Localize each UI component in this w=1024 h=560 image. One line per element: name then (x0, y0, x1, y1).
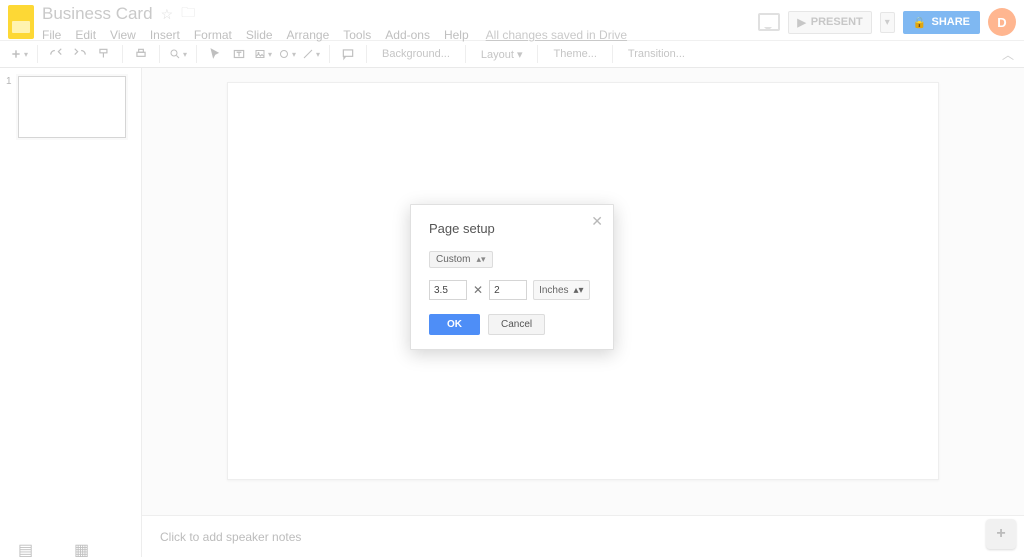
paint-format-button[interactable] (95, 45, 113, 63)
image-tool[interactable] (254, 45, 272, 63)
divider (465, 45, 466, 63)
menu-format[interactable]: Format (194, 28, 232, 42)
save-status[interactable]: All changes saved in Drive (486, 28, 627, 42)
comments-icon[interactable] (758, 13, 780, 31)
shape-tool[interactable] (278, 45, 296, 63)
filmstrip-view-icon[interactable] (18, 540, 40, 554)
slides-app-icon (8, 5, 34, 39)
present-label: PRESENT (811, 16, 863, 28)
present-button[interactable]: ▶ PRESENT (788, 11, 871, 34)
divider (612, 45, 613, 63)
lock-icon: 🔒 (913, 16, 927, 29)
zoom-button[interactable] (169, 45, 187, 63)
toolbar: Background... Layout ▾ Theme... Transiti… (0, 40, 1024, 68)
slide-number: 1 (6, 76, 14, 138)
height-input[interactable] (489, 280, 527, 300)
slide-thumbnail[interactable] (18, 76, 126, 138)
select-tool[interactable] (206, 45, 224, 63)
size-mode-label: Custom (436, 254, 470, 265)
ok-button[interactable]: OK (429, 314, 480, 335)
grid-view-icon[interactable] (74, 540, 96, 554)
title-area: Business Card ☆ 🗀 File Edit View Insert … (42, 2, 750, 42)
unit-select[interactable]: Inches ▴▾ (533, 280, 590, 300)
account-avatar[interactable]: D (988, 8, 1016, 36)
dimension-separator: ✕ (473, 283, 483, 297)
close-icon[interactable]: ✕ (591, 213, 603, 230)
comment-tool[interactable] (339, 45, 357, 63)
divider (37, 45, 38, 63)
divider (366, 45, 367, 63)
menu-arrange[interactable]: Arrange (287, 28, 330, 42)
bottom-view-controls (18, 540, 96, 554)
undo-button[interactable] (47, 45, 65, 63)
line-tool[interactable] (302, 45, 320, 63)
divider (159, 45, 160, 63)
chevron-updown-icon: ▴▾ (574, 285, 584, 296)
divider (196, 45, 197, 63)
page-setup-dialog: ✕ Page setup Custom ▴▾ ✕ Inches ▴▾ OK Ca… (410, 204, 614, 350)
share-button[interactable]: 🔒 SHARE (903, 11, 980, 34)
menu-addons[interactable]: Add-ons (385, 28, 430, 42)
transition-button[interactable]: Transition... (622, 48, 691, 60)
width-input[interactable] (429, 280, 467, 300)
menu-slide[interactable]: Slide (246, 28, 273, 42)
menu-view[interactable]: View (110, 28, 136, 42)
menu-help[interactable]: Help (444, 28, 469, 42)
layout-button[interactable]: Layout ▾ (475, 48, 529, 61)
divider (122, 45, 123, 63)
textbox-tool[interactable] (230, 45, 248, 63)
background-button[interactable]: Background... (376, 48, 456, 60)
collapse-toolbar-icon[interactable]: ︿ (1002, 46, 1014, 63)
dialog-title: Page setup (429, 221, 595, 236)
speaker-notes[interactable]: Click to add speaker notes (142, 515, 1024, 557)
menu-edit[interactable]: Edit (75, 28, 96, 42)
share-label: SHARE (931, 16, 970, 28)
play-icon: ▶ (797, 16, 805, 29)
size-mode-select[interactable]: Custom ▴▾ (429, 251, 493, 268)
unit-label: Inches (539, 285, 568, 296)
explore-button[interactable]: + (986, 519, 1016, 549)
film-strip: 1 (0, 68, 142, 557)
present-dropdown[interactable]: ▾ (880, 12, 895, 33)
menu-tools[interactable]: Tools (343, 28, 371, 42)
star-icon[interactable]: ☆ (161, 6, 174, 23)
menu-file[interactable]: File (42, 28, 61, 42)
move-folder-icon[interactable]: 🗀 (181, 2, 195, 26)
divider (329, 45, 330, 63)
app-header: Business Card ☆ 🗀 File Edit View Insert … (0, 0, 1024, 40)
chevron-updown-icon: ▴▾ (476, 255, 485, 264)
print-button[interactable] (132, 45, 150, 63)
slide-thumb-row[interactable]: 1 (6, 76, 135, 138)
document-title[interactable]: Business Card (42, 4, 153, 24)
menu-insert[interactable]: Insert (150, 28, 180, 42)
divider (537, 45, 538, 63)
theme-button[interactable]: Theme... (547, 48, 602, 60)
new-slide-button[interactable] (10, 45, 28, 63)
menu-bar: File Edit View Insert Format Slide Arran… (42, 28, 750, 42)
cancel-button[interactable]: Cancel (488, 314, 545, 335)
redo-button[interactable] (71, 45, 89, 63)
